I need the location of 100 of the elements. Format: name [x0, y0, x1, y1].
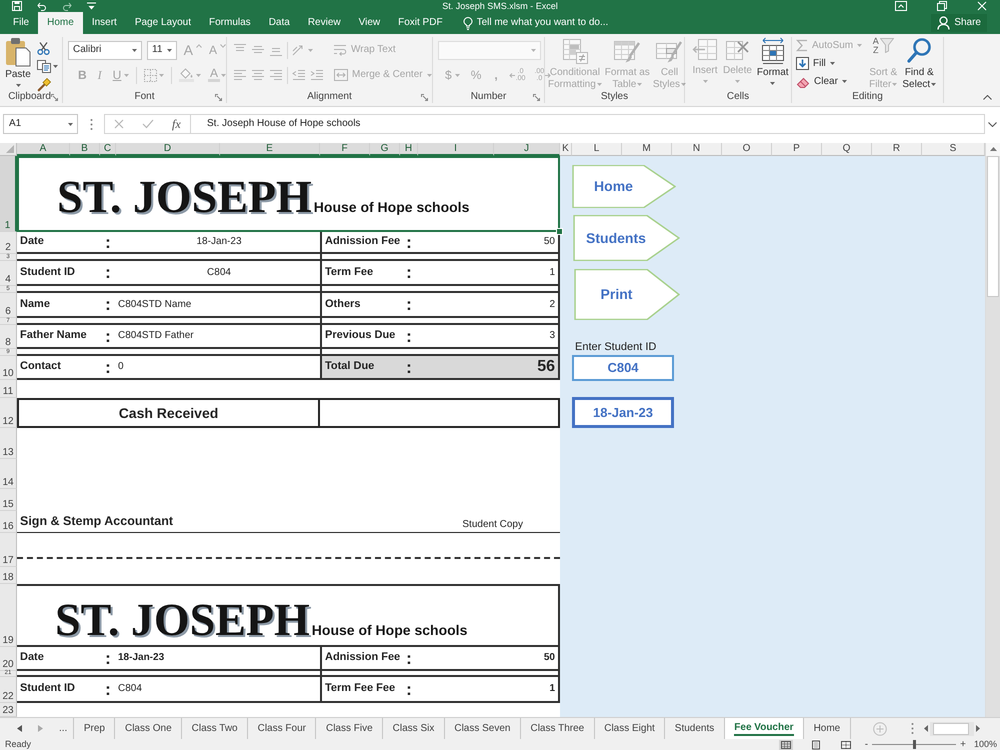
scrollbar-thumb[interactable]	[932, 722, 969, 734]
column-header[interactable]: A	[17, 143, 70, 156]
column-header[interactable]: N	[672, 143, 722, 156]
caret-icon	[770, 82, 776, 85]
zoom-in-button[interactable]: +	[960, 740, 966, 750]
ribbon-tab[interactable]: Page Layout	[126, 12, 200, 34]
customize-icon[interactable]	[87, 2, 96, 10]
expand-icon[interactable]	[988, 122, 997, 127]
ribbon-tab[interactable]: Data	[260, 12, 299, 34]
save-icon[interactable]	[12, 1, 22, 11]
column-header[interactable]: J	[494, 143, 560, 156]
column-header[interactable]: H	[400, 143, 418, 156]
column-header[interactable]: C	[100, 143, 116, 156]
sheet-tab[interactable]: Fee Voucher	[724, 718, 804, 739]
vertical-dots-icon[interactable]	[910, 722, 914, 735]
row-header[interactable]: 22	[0, 677, 17, 703]
column-header[interactable]: Q	[822, 143, 872, 156]
arrow-button[interactable]: Home	[572, 165, 676, 208]
column-header[interactable]: B	[70, 143, 100, 156]
caret-icon	[857, 44, 862, 47]
paintbrush-icon[interactable]	[37, 78, 51, 92]
column-header[interactable]: L	[572, 143, 622, 156]
row-header[interactable]: 1	[0, 156, 17, 232]
slider-thumb[interactable]	[913, 740, 916, 749]
header-corner[interactable]	[0, 143, 17, 156]
row-header[interactable]: 12	[0, 398, 17, 428]
column-header[interactable]: K	[560, 143, 572, 156]
column-header[interactable]: E	[220, 143, 320, 156]
find-select-button[interactable]: Find & Select	[902, 37, 936, 91]
share-button[interactable]: Share	[931, 14, 987, 32]
colon-separator: :	[406, 234, 412, 250]
column-header[interactable]: D	[116, 143, 220, 156]
row-header[interactable]: 15	[0, 489, 17, 511]
row-header[interactable]: 18	[0, 567, 17, 584]
column-header[interactable]: R	[872, 143, 922, 156]
page-break-icon[interactable]	[838, 740, 853, 750]
arrow-button[interactable]: Students	[573, 215, 680, 261]
column-header[interactable]: S	[922, 143, 985, 156]
formula-field[interactable]: St. Joseph House of Hope schools	[190, 114, 985, 134]
dialog-launcher-icon[interactable]	[421, 94, 428, 100]
font-size-field[interactable]: 11	[147, 40, 177, 60]
row-header[interactable]: 10	[0, 356, 17, 380]
row-header[interactable]: 19	[0, 584, 17, 647]
collapse-ribbon-icon[interactable]	[983, 95, 992, 100]
row-header[interactable]: 11	[0, 380, 17, 398]
row-header[interactable]: 16	[0, 511, 17, 533]
ribbon-tab[interactable]: Insert	[82, 12, 126, 34]
scrollbar-thumb[interactable]	[987, 156, 999, 297]
column-header[interactable]: G	[370, 143, 400, 156]
column-header[interactable]: P	[772, 143, 822, 156]
format-button[interactable]: Format	[756, 37, 789, 85]
name-box[interactable]: A1	[3, 114, 78, 134]
column-header[interactable]: I	[418, 143, 494, 156]
select-all-icon[interactable]	[6, 145, 14, 153]
row-header[interactable]: 20	[0, 647, 17, 671]
dialog-launcher-icon[interactable]	[533, 94, 540, 100]
tell-me-field[interactable]: Tell me what you want to do...	[476, 17, 627, 29]
more-sheets-button[interactable]: ...	[56, 722, 70, 734]
row-header[interactable]: 17	[0, 533, 17, 567]
clear-button[interactable]: Clear	[796, 73, 862, 90]
ribbon-tab[interactable]: Foxit PDF	[389, 12, 452, 34]
copy-button[interactable]	[37, 60, 58, 73]
dialog-launcher-icon[interactable]	[51, 94, 58, 100]
redo-icon[interactable]	[62, 1, 72, 11]
previous-sheet-icon[interactable]	[17, 725, 22, 732]
undo-icon[interactable]	[37, 1, 47, 11]
normal-view-icon[interactable]	[778, 740, 793, 750]
arrow-button[interactable]: Print	[574, 269, 680, 320]
restore-icon[interactable]	[937, 1, 947, 11]
student-id-field[interactable]: C804	[572, 355, 674, 381]
ribbon-tab[interactable]: Formulas	[200, 12, 260, 34]
scroll-up-icon[interactable]	[990, 147, 996, 151]
row-header[interactable]: 14	[0, 459, 17, 489]
dialog-launcher-icon[interactable]	[215, 94, 222, 100]
row-header[interactable]: 8	[0, 325, 17, 349]
caret-icon	[454, 74, 460, 76]
row-header[interactable]: 6	[0, 293, 17, 318]
row-header[interactable]: 2	[0, 232, 17, 254]
fill-button[interactable]: Fill	[796, 55, 862, 72]
ribbon-tab[interactable]: File	[4, 12, 38, 34]
insert-function-button[interactable]: fx	[172, 116, 181, 132]
ribbon-display-icon[interactable]	[895, 1, 907, 11]
column-header[interactable]: O	[722, 143, 772, 156]
fill-handle[interactable]	[556, 228, 563, 235]
column-header[interactable]: F	[320, 143, 370, 156]
colon-separator: :	[105, 264, 111, 281]
scrollbar-track[interactable]	[930, 722, 974, 736]
scissors-icon[interactable]	[37, 42, 50, 55]
row-header[interactable]: 23	[0, 703, 17, 717]
row-header[interactable]: 13	[0, 428, 17, 459]
ribbon-tab[interactable]: Review	[298, 12, 350, 34]
close-icon[interactable]	[977, 1, 987, 11]
paste-button[interactable]: Paste	[5, 37, 31, 87]
ribbon-tab[interactable]: Home	[38, 12, 83, 34]
zoom-out-button[interactable]: -	[864, 740, 868, 750]
caret-icon	[308, 48, 313, 52]
ribbon-tab[interactable]: View	[350, 12, 390, 34]
row-header[interactable]: 4	[0, 261, 17, 286]
font-name-field[interactable]: Calibri	[68, 40, 142, 60]
column-header[interactable]: M	[622, 143, 672, 156]
